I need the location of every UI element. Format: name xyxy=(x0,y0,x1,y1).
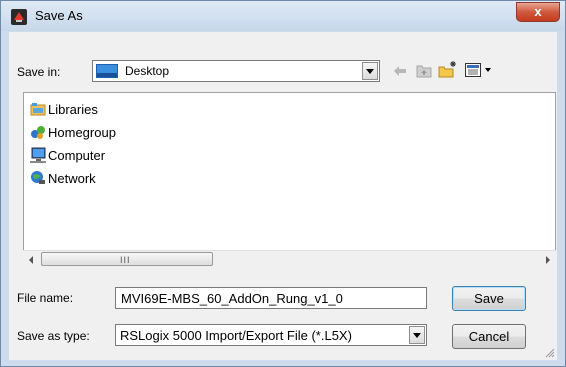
cancel-button[interactable]: Cancel xyxy=(452,324,526,349)
list-item-label: Homegroup xyxy=(48,125,116,140)
app-logo-icon xyxy=(11,9,27,25)
save-as-type-dropdown[interactable]: RSLogix 5000 Import/Export File (*.L5X) xyxy=(115,324,427,346)
save-button[interactable]: Save xyxy=(452,286,526,311)
back-arrow-icon[interactable] xyxy=(393,65,407,77)
save-in-value: Desktop xyxy=(125,64,170,78)
title-bar[interactable]: Save As x xyxy=(1,1,565,31)
list-item-label: Network xyxy=(48,171,96,186)
desktop-icon xyxy=(96,64,118,78)
horizontal-scrollbar[interactable]: III xyxy=(23,250,556,268)
scroll-right-icon[interactable] xyxy=(546,256,550,264)
scroll-thumb[interactable]: III xyxy=(41,252,213,266)
save-in-dropdown-arrow[interactable] xyxy=(362,62,378,80)
dialog-title: Save As xyxy=(35,8,83,23)
save-in-dropdown[interactable]: Desktop xyxy=(92,60,380,82)
save-as-type-value: RSLogix 5000 Import/Export File (*.L5X) xyxy=(120,328,352,343)
close-button[interactable]: x xyxy=(516,2,560,22)
file-list[interactable]: Libraries Homegroup Computer Network xyxy=(23,92,556,268)
save-as-type-dropdown-arrow[interactable] xyxy=(409,326,425,344)
up-folder-icon[interactable] xyxy=(416,63,432,78)
save-as-type-label: Save as type: xyxy=(17,329,90,343)
network-icon xyxy=(31,171,45,184)
resize-grip-icon[interactable] xyxy=(545,348,555,358)
view-menu-icon[interactable] xyxy=(465,63,495,78)
homegroup-icon xyxy=(31,126,45,139)
libraries-icon xyxy=(30,103,46,116)
file-name-field[interactable] xyxy=(115,287,427,309)
list-item-label: Libraries xyxy=(48,102,98,117)
scroll-grip: III xyxy=(120,255,131,265)
computer-icon xyxy=(30,147,46,163)
save-as-dialog: Save As x Save in: Desktop Libraries Hom… xyxy=(0,0,566,367)
new-folder-icon[interactable] xyxy=(438,60,458,78)
file-name-input[interactable] xyxy=(116,288,426,308)
scroll-left-icon[interactable] xyxy=(29,256,33,264)
dialog-body: Save in: Desktop Libraries Homegroup Com… xyxy=(9,32,557,360)
list-item-label: Computer xyxy=(48,148,106,163)
file-name-label: File name: xyxy=(17,291,74,305)
save-in-label: Save in: xyxy=(17,65,61,79)
